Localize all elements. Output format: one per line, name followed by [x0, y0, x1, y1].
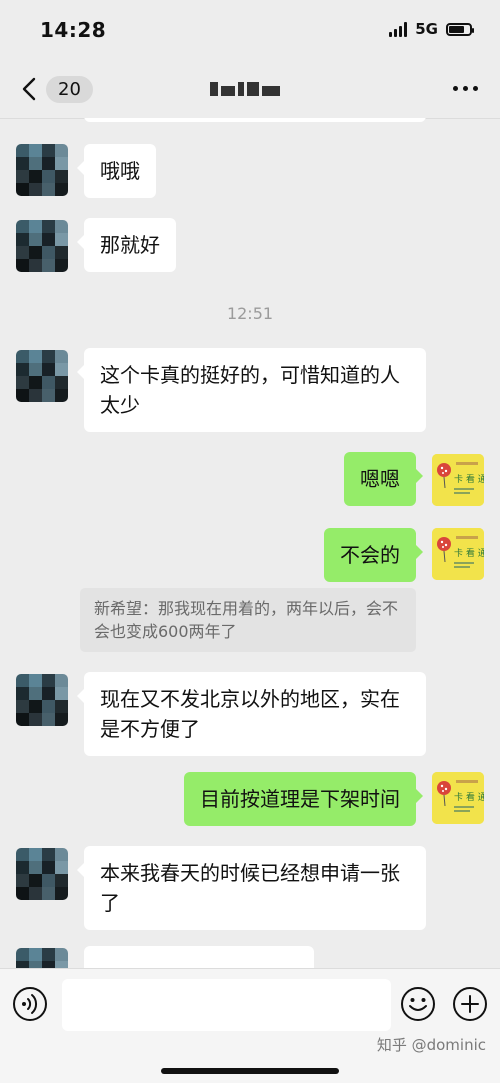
- input-bar: 知乎 @dominic: [0, 968, 500, 1083]
- plus-icon[interactable]: [452, 986, 488, 1026]
- svg-text:卡 看 通 视: 卡 看 通 视: [454, 547, 484, 559]
- message-bubble-incoming-partial[interactable]: [84, 946, 314, 968]
- message-bubble-outgoing[interactable]: 嗯嗯: [344, 452, 423, 506]
- contact-avatar[interactable]: [16, 144, 68, 196]
- status-indicators: 5G: [389, 20, 474, 38]
- user-avatar[interactable]: 卡 看 通 视: [432, 454, 484, 506]
- home-indicator[interactable]: [161, 1068, 339, 1074]
- previous-message-bubble: [84, 118, 426, 122]
- battery-icon: [446, 22, 474, 36]
- message-bubble-outgoing[interactable]: 不会的: [324, 528, 423, 582]
- contact-avatar[interactable]: [16, 674, 68, 726]
- message-bubble-incoming[interactable]: 本来我春天的时候已经想申请一张了: [77, 846, 426, 930]
- back-button[interactable]: 20: [18, 74, 93, 104]
- message-input[interactable]: [62, 979, 391, 1031]
- more-dots-icon[interactable]: [453, 86, 478, 91]
- message-bubble-incoming[interactable]: 哦哦: [77, 144, 156, 198]
- emoji-icon[interactable]: [400, 986, 436, 1026]
- message-bubble-outgoing[interactable]: 目前按道理是下架时间: [184, 772, 423, 826]
- message-list[interactable]: 哦哦 那就好 12:51 这个卡真的挺好的，可惜知道的人太少 嗯嗯 卡 看 通 …: [0, 118, 500, 968]
- voice-icon[interactable]: [12, 986, 48, 1026]
- watermark: 知乎 @dominic: [376, 1036, 486, 1054]
- contact-avatar[interactable]: [16, 350, 68, 402]
- status-time: 14:28: [40, 18, 107, 42]
- user-avatar[interactable]: 卡 看 通 视: [432, 772, 484, 824]
- chat-title-obscured[interactable]: [210, 82, 290, 100]
- user-avatar[interactable]: 卡 看 通 视: [432, 528, 484, 580]
- svg-text:卡 看 通 视: 卡 看 通 视: [454, 791, 484, 803]
- message-bubble-incoming[interactable]: 这个卡真的挺好的，可惜知道的人太少: [77, 348, 426, 432]
- status-bar: 14:28 5G: [0, 0, 500, 62]
- unread-count-badge: 20: [46, 75, 93, 103]
- quoted-message[interactable]: 新希望：那我现在用着的，两年以后，会不会也变成600两年了: [80, 588, 416, 652]
- message-bubble-incoming[interactable]: 现在又不发北京以外的地区，实在是不方便了: [77, 672, 426, 756]
- contact-avatar[interactable]: [16, 948, 68, 968]
- svg-text:卡 看 通 视: 卡 看 通 视: [454, 473, 484, 485]
- chat-header: 20: [0, 62, 500, 119]
- message-bubble-incoming[interactable]: 那就好: [77, 218, 176, 272]
- contact-avatar[interactable]: [16, 848, 68, 900]
- chevron-left-icon: [18, 74, 40, 104]
- signal-icon: [389, 21, 408, 37]
- timestamp-separator: 12:51: [226, 304, 274, 323]
- contact-avatar[interactable]: [16, 220, 68, 272]
- network-type: 5G: [415, 20, 438, 38]
